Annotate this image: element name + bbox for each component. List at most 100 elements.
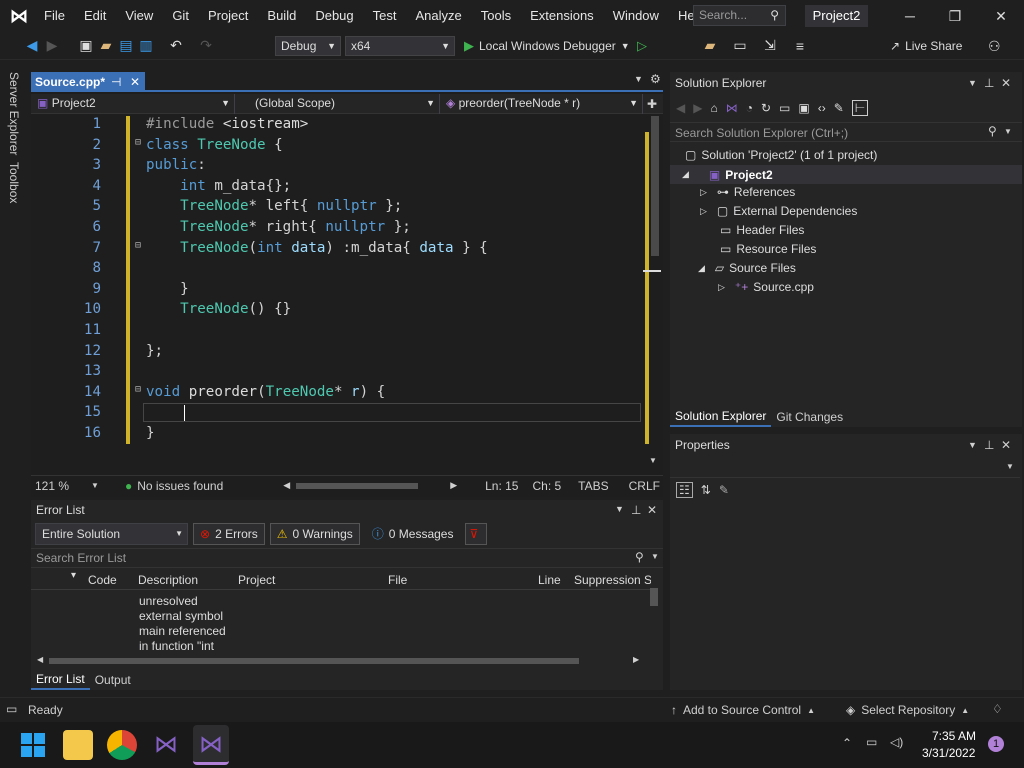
menu-debug[interactable]: Debug [315, 8, 353, 23]
copy-icon[interactable]: ▣ [798, 101, 809, 115]
live-share-button[interactable]: ↗ Live Share [890, 39, 962, 53]
tree-external-dependencies[interactable]: ▷ ▢ External Dependencies [700, 204, 857, 218]
forward-icon[interactable]: ▶ [693, 101, 702, 115]
server-explorer-tab[interactable]: Server Explorer [7, 72, 21, 155]
errors-filter-button[interactable]: ⊗ 2 Errors [193, 523, 265, 545]
messages-filter-button[interactable]: ⓘ 0 Messages [365, 523, 461, 545]
notification-bell-icon[interactable]: ♢ [992, 702, 1003, 716]
pin-icon[interactable]: ⊥ [631, 503, 641, 517]
gear-icon[interactable]: ⚙ [650, 72, 661, 86]
chrome-icon[interactable] [107, 730, 137, 760]
close-icon[interactable]: ✕ [1001, 76, 1011, 90]
platform-dropdown[interactable]: x64 ▼ [345, 36, 455, 56]
eol-indicator[interactable]: CRLF [629, 479, 660, 493]
chevron-down-icon[interactable]: ▼ [91, 481, 99, 490]
menu-window[interactable]: Window [613, 8, 659, 23]
scroll-thumb[interactable] [651, 116, 659, 256]
history-icon[interactable]: ◔ [746, 101, 753, 115]
chevron-down-icon[interactable]: ▼ [968, 78, 977, 88]
chevron-left-icon[interactable]: ◀ [37, 655, 43, 664]
chevron-down-icon[interactable]: ▼ [615, 504, 624, 514]
col-description[interactable]: Description [138, 573, 198, 587]
redo-icon[interactable]: ↷ [196, 37, 216, 54]
network-icon[interactable]: ▭ [866, 735, 877, 749]
pin-icon[interactable]: ⊥ [984, 438, 994, 452]
tab-error-list[interactable]: Error List [31, 670, 90, 690]
minimize-button[interactable]: ─ [887, 0, 933, 32]
code-area[interactable]: 1 2 3 4 5 6 7 8 9 10 11 12 13 14 15 16 ⊟… [31, 116, 643, 468]
chevron-down-icon[interactable]: ▼ [968, 440, 977, 450]
collapse-icon[interactable]: ⊟ [135, 384, 141, 395]
menu-file[interactable]: File [44, 8, 65, 23]
undo-icon[interactable]: ↶ [166, 37, 186, 54]
project-dropdown[interactable]: ▣ Project2 ▼ [31, 93, 235, 114]
close-icon[interactable]: ✕ [647, 503, 657, 517]
alphabetical-icon[interactable]: ⇅ [701, 483, 711, 497]
chevron-left-icon[interactable]: ◀ [283, 480, 290, 491]
step-icon[interactable]: ⇲ [760, 37, 780, 54]
windows-start-icon[interactable] [18, 730, 48, 760]
col-file[interactable]: File [388, 573, 407, 587]
vs-switch-icon[interactable]: ⋈ [726, 101, 738, 115]
tree-source-cpp[interactable]: ▷ ⁺+ Source.cpp [718, 280, 814, 294]
menu-analyze[interactable]: Analyze [415, 8, 461, 23]
menu-git[interactable]: Git [172, 8, 189, 23]
feedback-icon[interactable]: ⚇ [988, 38, 1001, 55]
layout-icon[interactable]: ▭ [730, 37, 750, 54]
tree-resource-files[interactable]: ▭ Resource Files [720, 242, 816, 256]
pin-icon[interactable]: ⊥ [984, 76, 994, 90]
member-dropdown[interactable]: ◈ preorder(TreeNode * r) ▼ [440, 93, 643, 114]
home-icon[interactable]: ⌂ [710, 101, 717, 115]
menu-tools[interactable]: Tools [481, 8, 511, 23]
categorized-icon[interactable]: ☷ [676, 482, 693, 498]
solution-search-box[interactable]: Search Solution Explorer (Ctrl+;) ⚲ ▼ [670, 122, 1022, 142]
menu-build[interactable]: Build [267, 8, 296, 23]
new-project-icon[interactable]: ▣ [76, 37, 96, 54]
close-icon[interactable]: ✕ [1001, 438, 1011, 452]
editor-vertical-scrollbar[interactable]: ▼ [643, 116, 663, 468]
tree-header-files[interactable]: ▭ Header Files [720, 223, 804, 237]
open-icon[interactable]: ▰ [96, 37, 116, 54]
chevron-down-icon[interactable]: ▼ [634, 74, 643, 84]
chevron-down-icon[interactable]: ▼ [649, 456, 657, 465]
config-dropdown[interactable]: Debug ▼ [275, 36, 341, 56]
forward-icon[interactable]: ▶ [42, 37, 62, 54]
volume-icon[interactable]: ◁) [890, 735, 903, 749]
issues-label[interactable]: No issues found [137, 479, 223, 493]
code-icon[interactable]: ‹› [818, 101, 826, 115]
collapse-icon[interactable]: ⊟ [135, 240, 141, 251]
back-icon[interactable]: ◀ [22, 37, 42, 54]
error-search-box[interactable]: Search Error List ⚲ ▼ [31, 548, 663, 568]
close-button[interactable]: ✕ [978, 0, 1024, 32]
comment-icon[interactable]: ≡ [790, 38, 810, 54]
tab-solution-explorer[interactable]: Solution Explorer [670, 407, 772, 427]
col-code[interactable]: Code [88, 573, 117, 587]
vs-code-icon[interactable]: ⋈ [151, 730, 181, 760]
source-cpp-tab[interactable]: Source.cpp* ⊣ ✕ [31, 72, 145, 92]
toolbox-tab[interactable]: Toolbox [7, 162, 21, 203]
tab-git-changes[interactable]: Git Changes [771, 408, 848, 426]
start-without-debug-icon[interactable]: ▷ [637, 38, 647, 54]
error-vertical-scroll-thumb[interactable] [650, 588, 658, 606]
col-suppression[interactable]: Suppression S [574, 573, 651, 587]
tree-references[interactable]: ▷ ⊶ References [700, 185, 795, 199]
tree-project[interactable]: ◢ ▣ Project2 [670, 165, 1022, 184]
save-icon[interactable]: ▤ [116, 37, 136, 54]
tree-source-files[interactable]: ◢ ▱ Source Files [698, 261, 796, 275]
split-icon[interactable]: ✚ [647, 97, 657, 111]
error-row[interactable]: unresolved external symbol main referenc… [139, 594, 226, 654]
pin-icon[interactable]: ⊣ [111, 72, 121, 92]
project-badge[interactable]: Project2 [805, 5, 868, 27]
menu-test[interactable]: Test [373, 8, 397, 23]
filter-button[interactable]: ⊽ [465, 523, 488, 545]
horizontal-scroll-thumb[interactable] [296, 482, 419, 489]
scroll-thumb[interactable] [49, 658, 579, 664]
object-selector[interactable]: ▼ [670, 458, 1020, 478]
add-to-source-control-button[interactable]: ↑ Add to Source Control ▲ [671, 703, 815, 717]
chevron-right-icon[interactable]: ▶ [633, 655, 639, 664]
tabs-indicator[interactable]: TABS [578, 479, 608, 493]
taskbar-date[interactable]: 3/31/2022 [922, 746, 975, 760]
error-horizontal-scrollbar[interactable]: ◀ ▶ [31, 655, 663, 667]
search-box[interactable]: Search... ⚲ [693, 5, 786, 26]
chevron-right-icon[interactable]: ▶ [450, 480, 457, 491]
